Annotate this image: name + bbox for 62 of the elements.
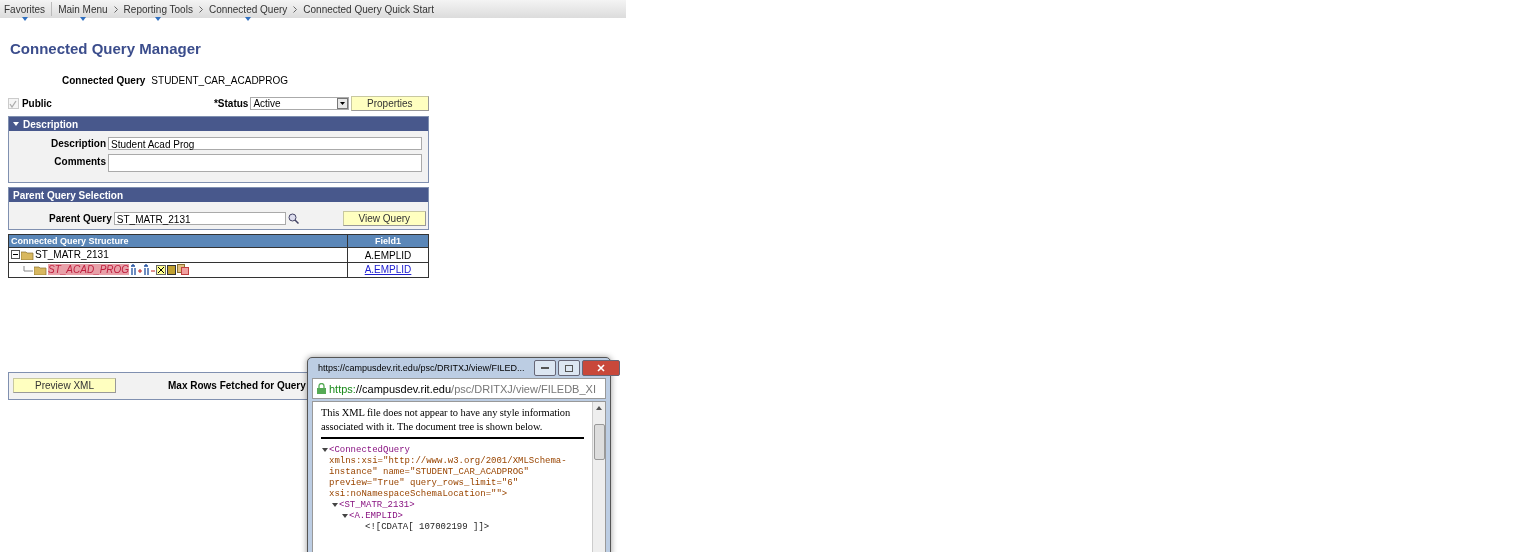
column-header: Field1 (347, 234, 429, 248)
delete-icon (156, 264, 167, 275)
minimize-button[interactable] (534, 360, 557, 376)
description-field[interactable]: Student Acad Prog (108, 137, 422, 150)
xml-tag: <A.EMPLID> (349, 511, 403, 522)
xml-attribute: preview="True" query_rows_limit="6" (329, 478, 519, 489)
window-title: https://campusdev.rit.edu/psc/DRITXJ/view/FILED... (318, 363, 525, 373)
minimize-icon (541, 366, 550, 370)
collapse-icon[interactable] (11, 250, 20, 259)
xml-attribute: xmlns:xsi="http://www.w3.org/2001/XMLSchema- (329, 456, 567, 467)
section-header: Parent Query Selection (9, 188, 428, 202)
scrollbar[interactable] (592, 402, 605, 552)
section-header[interactable]: Description (9, 117, 428, 131)
query-value: STUDENT_CAR_ACADPROG (151, 75, 289, 86)
chevron-icon (113, 5, 118, 13)
add-child-icon (130, 264, 143, 275)
copy-icon (177, 264, 190, 275)
status-dropdown[interactable]: Active (250, 97, 349, 110)
tree-connector-icon (23, 265, 33, 274)
maximize-icon (565, 364, 574, 372)
address-bar[interactable]: https://campusdev.rit.edu/psc/DRITXJ/view/FILEDB_XI (312, 378, 606, 399)
collapse-triangle-icon[interactable] (321, 445, 329, 454)
field-label: Connected Query (62, 75, 146, 86)
document-icon (167, 264, 177, 275)
scroll-up-arrow-icon (596, 406, 602, 410)
breadcrumb-link[interactable]: Connected Query (208, 3, 288, 15)
close-button[interactable] (582, 360, 621, 376)
scrollbar-thumb[interactable] (593, 424, 605, 460)
search-icon[interactable] (287, 213, 299, 224)
breadcrumb-link[interactable]: Connected Query Quick Start (303, 3, 434, 15)
field-label: Parent Query (49, 213, 112, 224)
lock-icon (317, 383, 326, 394)
xml-notice: This XML file does not appear to have any style information associated with it. The document tree is shown below. (321, 406, 584, 439)
view-query-button[interactable]: View Query (342, 211, 426, 226)
xml-cdata: <![CDATA[ 107002199 ]]> (365, 522, 490, 533)
xml-attribute: instance" name="STUDENT_CAR_ACADPROG" (329, 467, 529, 478)
breadcrumb-link[interactable]: Favorites (4, 3, 46, 15)
checkbox-label: Public (21, 98, 52, 109)
field-label: Description (51, 138, 106, 149)
comments-field[interactable] (108, 154, 422, 172)
maximize-button[interactable] (558, 360, 581, 376)
xml-tag: <ConnectedQuery (329, 445, 410, 456)
field-label: *Status (213, 98, 249, 109)
xml-attribute: xsi:noNamespaceSchemaLocation=""> (329, 489, 508, 500)
add-sibling-icon (143, 264, 156, 275)
field-label: Max Rows Fetched for Query (168, 380, 306, 391)
chevron-icon (293, 5, 298, 13)
xml-tag: <ST_MATR_2131> (339, 500, 415, 511)
page-title: Connected Query Manager (10, 40, 202, 57)
parent-query-field[interactable]: ST_MATR_2131 (113, 212, 286, 225)
collapse-triangle-icon[interactable] (331, 500, 339, 509)
breadcrumb-link[interactable]: Reporting Tools (123, 3, 193, 15)
query-name[interactable]: ST_MATR_2131 (35, 249, 109, 260)
properties-button[interactable]: Properties (350, 96, 429, 111)
collapse-triangle-icon[interactable] (341, 511, 349, 520)
folder-icon (34, 264, 47, 275)
breadcrumb-link[interactable]: Main Menu (58, 3, 108, 15)
preview-xml-button[interactable]: Preview XML (13, 378, 116, 393)
field-label: Comments (54, 156, 106, 167)
close-icon (597, 364, 606, 372)
column-header: Connected Query Structure (8, 234, 348, 248)
chevron-icon (198, 5, 203, 13)
